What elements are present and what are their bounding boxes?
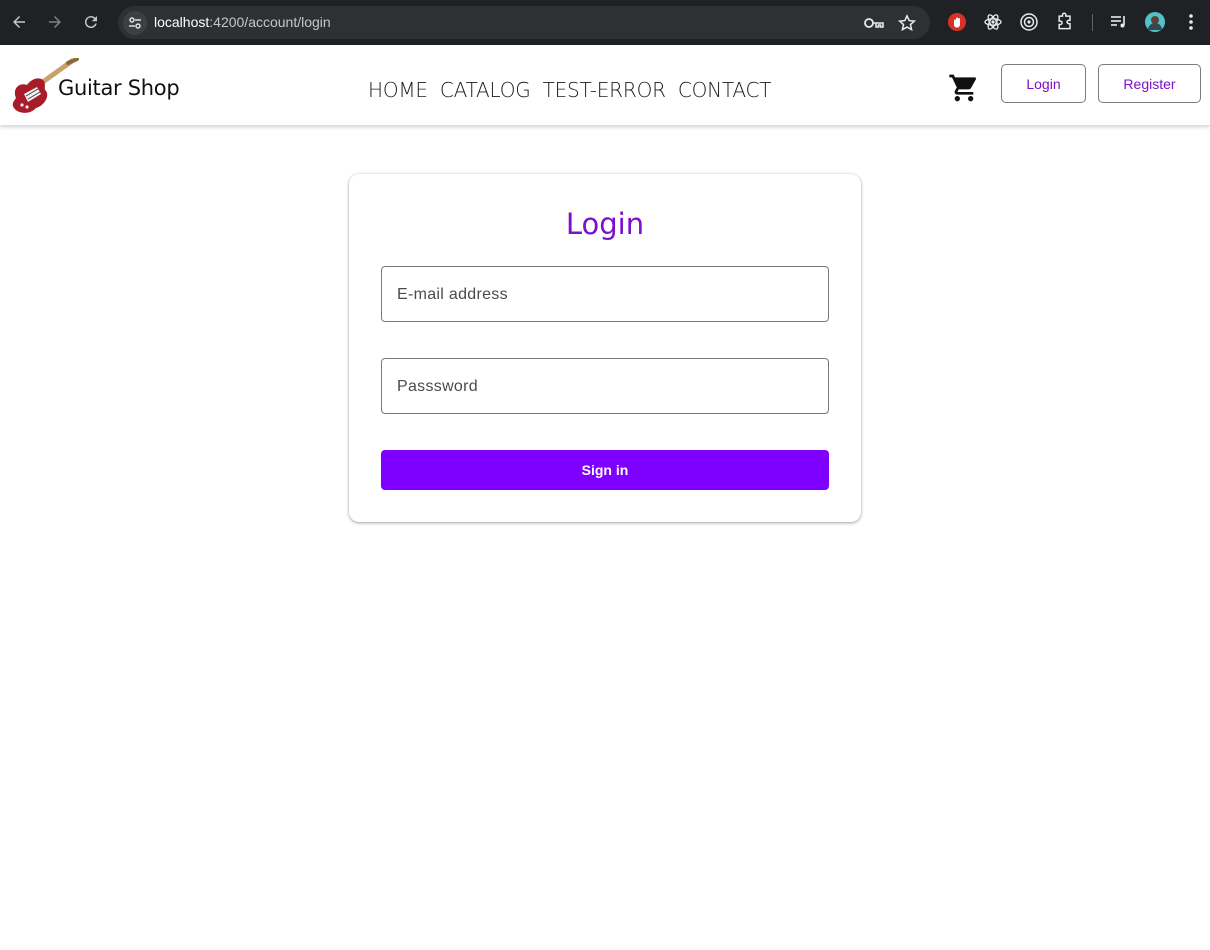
url-path: :4200/account/login (209, 14, 331, 30)
register-button[interactable]: Register (1098, 64, 1201, 103)
nav-catalog[interactable]: CATALOG (434, 78, 537, 102)
login-card: Login Sign in (349, 174, 861, 522)
reload-icon[interactable] (80, 11, 102, 33)
target-extension-icon[interactable] (1018, 11, 1040, 33)
menu-dots-icon[interactable] (1180, 11, 1202, 33)
star-icon[interactable] (897, 13, 917, 33)
nav-test-error[interactable]: TEST-ERROR (537, 78, 672, 102)
cart-icon[interactable] (947, 72, 981, 104)
tune-icon[interactable] (123, 11, 147, 35)
password-field[interactable] (381, 358, 829, 414)
login-button[interactable]: Login (1001, 64, 1086, 103)
nav-home[interactable]: HOME (362, 78, 434, 102)
email-input[interactable] (397, 283, 817, 307)
back-icon[interactable] (8, 11, 30, 33)
browser-toolbar: localhost:4200/account/login (0, 0, 1210, 45)
forward-icon[interactable] (44, 11, 66, 33)
email-field[interactable] (381, 266, 829, 322)
sign-in-button[interactable]: Sign in (381, 450, 829, 490)
media-queue-icon[interactable] (1108, 11, 1130, 33)
brand-name[interactable]: Guitar Shop (58, 76, 180, 100)
profile-avatar-icon[interactable] (1144, 11, 1166, 33)
react-devtools-icon[interactable] (982, 11, 1004, 33)
toolbar-divider (1092, 14, 1093, 31)
stop-hand-extension-icon[interactable] (946, 11, 968, 33)
key-icon[interactable] (864, 13, 884, 33)
nav-contact[interactable]: CONTACT (672, 78, 777, 102)
extensions-puzzle-icon[interactable] (1054, 11, 1076, 33)
site-header: Guitar Shop HOME CATALOG TEST-ERROR CONT… (0, 45, 1210, 125)
login-title: Login (565, 207, 645, 241)
address-bar[interactable]: localhost:4200/account/login (118, 6, 930, 39)
main-nav: HOME CATALOG TEST-ERROR CONTACT (362, 78, 777, 102)
password-input[interactable] (397, 375, 817, 399)
url-host: localhost (154, 14, 210, 30)
url-text: localhost:4200/account/login (154, 14, 331, 30)
